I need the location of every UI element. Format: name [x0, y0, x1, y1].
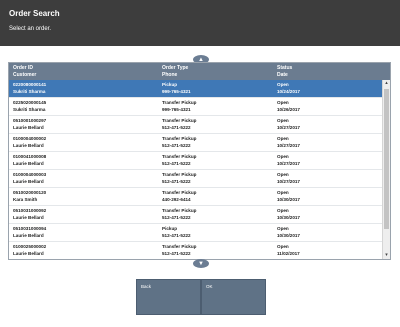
status-cell: Open — [277, 154, 289, 159]
date-cell: 11/02/2017 — [277, 251, 300, 256]
phone-cell: 999-765-4321 — [162, 107, 191, 112]
customer-cell: Sukriti Sharma — [13, 89, 46, 94]
phone-cell: 440-292-6414 — [162, 197, 191, 202]
table-row[interactable]: 0510001000297 Laurie Bellard Transfer Pick… — [9, 116, 382, 134]
status-cell: Open — [277, 136, 289, 141]
ok-button-label: OK — [206, 284, 213, 289]
order-id-cell: 0510031000092 — [13, 208, 47, 213]
page-instruction: Select an order. — [9, 26, 52, 32]
customer-cell: Laurie Bellard — [13, 233, 44, 238]
phone-cell: 512-471-5222 — [162, 215, 191, 220]
phone-cell: 999-765-4321 — [162, 89, 191, 94]
table-row[interactable]: 0100025000002 Laurie Bellard Transfer Pick… — [9, 242, 382, 259]
status-cell: Open — [277, 226, 289, 231]
date-cell: 10/30/2017 — [277, 233, 300, 238]
ok-button[interactable]: OK — [201, 279, 266, 315]
date-cell: 10/27/2017 — [277, 143, 300, 148]
status-cell: Open — [277, 208, 289, 213]
status-cell: Open — [277, 244, 289, 249]
order-id-cell: 0100004000003 — [13, 172, 47, 177]
order-type-cell: Pickup — [162, 82, 178, 87]
column-header-order-type: Order Type — [162, 65, 189, 71]
table-header: Order ID Customer Order Type Phone Statu… — [9, 63, 390, 80]
order-type-cell: Pickup — [162, 226, 178, 231]
table-scrollbar[interactable]: ▴ ▾ — [382, 80, 390, 259]
table-row[interactable]: 0220080000141 Sukriti Sharma Pickup 999-765… — [9, 80, 382, 98]
scrollbar-up-arrow-icon[interactable]: ▴ — [383, 80, 390, 87]
back-button[interactable]: Back — [136, 279, 201, 315]
order-type-cell: Transfer Pickup — [162, 118, 197, 123]
order-type-cell: Transfer Pickup — [162, 172, 197, 177]
order-type-cell: Transfer Pickup — [162, 244, 197, 249]
order-id-cell: 0100025000002 — [13, 244, 47, 249]
phone-cell: 512-471-5222 — [162, 179, 191, 184]
order-type-cell: Transfer Pickup — [162, 136, 197, 141]
table-row[interactable]: 0100004000002 Laurie Bellard Transfer Pick… — [9, 134, 382, 152]
date-cell: 10/30/2017 — [277, 197, 300, 202]
phone-cell: 512-471-5222 — [162, 125, 191, 130]
customer-cell: Kara Smith — [13, 197, 38, 202]
customer-cell: Laurie Bellard — [13, 251, 44, 256]
status-cell: Open — [277, 172, 289, 177]
order-type-cell: Transfer Pickup — [162, 190, 197, 195]
page-title: Order Search — [9, 9, 60, 18]
order-id-cell: 0220080000141 — [13, 82, 47, 87]
scrollbar-down-arrow-icon[interactable]: ▾ — [383, 252, 390, 259]
table-body: 0220080000141 Sukriti Sharma Pickup 999-765… — [9, 80, 382, 259]
phone-cell: 512-471-5222 — [162, 251, 191, 256]
date-cell: 10/27/2017 — [277, 179, 300, 184]
status-cell: Open — [277, 82, 289, 87]
customer-cell: Laurie Bellard — [13, 215, 44, 220]
table-row[interactable]: 0510031000092 Laurie Bellard Transfer Pick… — [9, 206, 382, 224]
column-header-customer: Customer — [13, 72, 37, 78]
status-cell: Open — [277, 118, 289, 123]
date-cell: 10/27/2017 — [277, 125, 300, 130]
scrollbar-thumb[interactable] — [384, 89, 389, 229]
customer-cell: Laurie Bellard — [13, 161, 44, 166]
customer-cell: Laurie Bellard — [13, 125, 44, 130]
customer-cell: Laurie Bellard — [13, 143, 44, 148]
order-id-cell: 0510001000297 — [13, 118, 47, 123]
order-id-cell: 0100041000008 — [13, 154, 47, 159]
customer-cell: Laurie Bellard — [13, 179, 44, 184]
customer-cell: Sukriti Sharma — [13, 107, 46, 112]
order-table: Order ID Customer Order Type Phone Statu… — [8, 62, 391, 260]
order-id-cell: 0225020000145 — [13, 100, 47, 105]
title-bar: Order Search Select an order. — [0, 0, 400, 46]
chevron-down-icon: ▼ — [198, 260, 204, 267]
date-cell: 10/24/2017 — [277, 89, 300, 94]
status-cell: Open — [277, 100, 289, 105]
order-id-cell: 0510031000094 — [13, 226, 47, 231]
order-type-cell: Transfer Pickup — [162, 208, 197, 213]
date-cell: 10/26/2017 — [277, 107, 300, 112]
order-id-cell: 0510020000120 — [13, 190, 47, 195]
phone-cell: 512-471-5222 — [162, 233, 191, 238]
phone-cell: 512-471-5222 — [162, 143, 191, 148]
scroll-down-button[interactable]: ▼ — [193, 259, 209, 268]
phone-cell: 512-471-5222 — [162, 161, 191, 166]
order-type-cell: Transfer Pickup — [162, 154, 197, 159]
table-row[interactable]: 0225020000145 Sukriti Sharma Transfer Pick… — [9, 98, 382, 116]
status-cell: Open — [277, 190, 289, 195]
date-cell: 10/30/2017 — [277, 215, 300, 220]
column-header-date: Date — [277, 72, 288, 78]
table-row[interactable]: 0100041000008 Laurie Bellard Transfer Pick… — [9, 152, 382, 170]
order-type-cell: Transfer Pickup — [162, 100, 197, 105]
order-id-cell: 0100004000002 — [13, 136, 47, 141]
column-header-order-id: Order ID — [13, 65, 34, 71]
back-button-label: Back — [141, 284, 152, 289]
column-header-phone: Phone — [162, 72, 178, 78]
column-header-status: Status — [277, 65, 293, 71]
table-row[interactable]: 0510031000094 Laurie Bellard Pickup 512-471… — [9, 224, 382, 242]
date-cell: 10/27/2017 — [277, 161, 300, 166]
table-row[interactable]: 0100004000003 Laurie Bellard Transfer Pick… — [9, 170, 382, 188]
table-row[interactable]: 0510020000120 Kara Smith Transfer Pickup 44… — [9, 188, 382, 206]
